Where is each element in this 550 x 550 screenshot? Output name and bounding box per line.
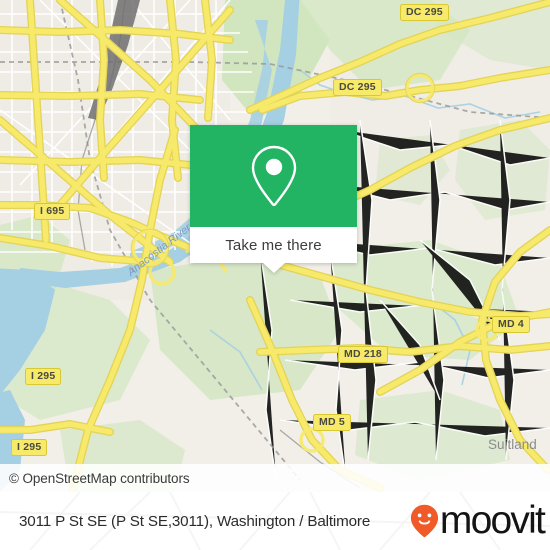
callout-action-panel[interactable]: Take me there xyxy=(190,227,357,263)
location-callout-card[interactable]: Take me there xyxy=(190,125,357,273)
highway-shield-i-295-south: I 295 xyxy=(11,439,48,456)
highway-shield-i-295-north: I 295 xyxy=(25,368,62,385)
callout-icon-panel xyxy=(190,125,357,227)
moovit-pin-icon xyxy=(410,504,439,538)
highway-shield-md-218: MD 218 xyxy=(338,346,388,363)
highway-shield-dc-295-mid: DC 295 xyxy=(333,79,382,96)
highway-shield-md-4: MD 4 xyxy=(492,316,530,333)
place-label-suitland: Suitland xyxy=(488,437,537,452)
location-title: 3011 P St SE (P St SE,3011), Washington … xyxy=(19,512,371,530)
moovit-logo[interactable]: moovit xyxy=(410,492,546,550)
map-attribution: © OpenStreetMap contributors xyxy=(0,464,550,492)
map-pin-icon xyxy=(251,145,296,207)
highway-shield-i-695: I 695 xyxy=(34,203,71,220)
callout-tail xyxy=(262,263,285,273)
attribution-text: © OpenStreetMap contributors xyxy=(9,470,190,486)
highway-shield-dc-295-north: DC 295 xyxy=(400,4,449,21)
take-me-there-label: Take me there xyxy=(225,236,322,254)
moovit-location-screenshot: Anacostia River Suitland DC 295 DC 295 I… xyxy=(0,0,550,550)
highway-shield-md-5: MD 5 xyxy=(313,414,351,431)
moovit-wordmark: moovit xyxy=(439,498,546,542)
footer-bar: 3011 P St SE (P St SE,3011), Washington … xyxy=(0,492,550,550)
